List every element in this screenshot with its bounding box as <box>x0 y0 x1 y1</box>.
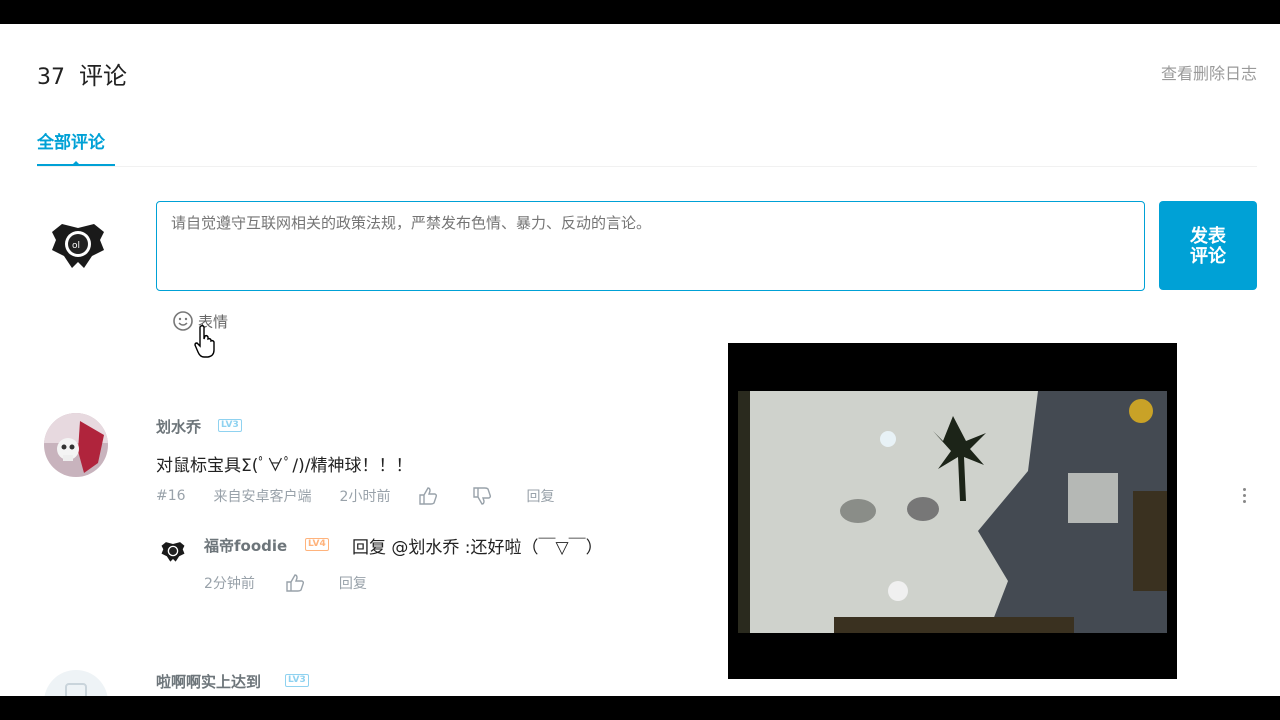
comment-time: 2小时前 <box>339 489 391 505</box>
avatar[interactable] <box>44 670 108 696</box>
user-level-badge: LV3 <box>285 674 309 687</box>
user-level-badge: LV3 <box>218 419 242 432</box>
submit-comment-button[interactable]: 发表评论 <box>1159 201 1257 290</box>
avatar[interactable] <box>158 536 188 566</box>
reply-username[interactable]: 福帝foodie <box>204 535 287 556</box>
comment-section: 37评论 查看删除日志 全部评论 ol 发表评论 表情 <box>0 24 1280 696</box>
thumb-up-icon[interactable] <box>418 487 438 505</box>
tab-divider <box>37 166 1257 167</box>
comment-username[interactable]: 划水乔 <box>156 416 201 437</box>
view-delete-log-link[interactable]: 查看删除日志 <box>1161 60 1257 84</box>
submit-comment-label: 发表评论 <box>1190 225 1226 266</box>
comment-source: 来自安卓客户端 <box>213 489 312 505</box>
top-letterbox <box>0 0 1280 24</box>
svg-text:ol: ol <box>72 241 80 251</box>
comment-text: 对鼠标宝具Σ(ﾟ∀ﾟ/)/精神球！！！ <box>156 456 413 476</box>
my-avatar[interactable]: ol <box>44 210 112 278</box>
comment-meta: #16 来自安卓客户端 2小时前 回复 <box>156 486 554 506</box>
avatar[interactable] <box>44 413 108 477</box>
user-level-badge: LV4 <box>305 538 329 551</box>
reply-time: 2分钟前 <box>204 576 255 592</box>
reply-button[interactable]: 回复 <box>526 486 554 506</box>
reply-text: 回复 @划水乔 :还好啦（￣▽￣） <box>352 538 603 558</box>
video-player[interactable] <box>728 343 1177 679</box>
comment-input[interactable] <box>156 201 1145 291</box>
video-frame <box>738 391 1167 633</box>
tab-all-comments[interactable]: 全部评论 <box>37 128 105 153</box>
comment-count: 37 <box>37 65 65 90</box>
reply-button[interactable]: 回复 <box>339 573 367 593</box>
hand-cursor-icon <box>194 324 215 358</box>
thumb-up-icon[interactable] <box>285 574 305 592</box>
active-tab-caret <box>72 161 80 165</box>
thumb-down-icon[interactable] <box>472 487 492 505</box>
smile-icon <box>173 311 193 331</box>
comment-floor: #16 <box>156 488 186 504</box>
comment-label: 评论 <box>79 62 127 90</box>
comment-count-header: 37 评论 <box>37 56 127 91</box>
bottom-letterbox <box>0 696 1280 720</box>
reply-meta: 2分钟前 回复 <box>204 573 367 593</box>
more-vertical-icon[interactable] <box>1243 488 1247 506</box>
comment-username[interactable]: 啦啊啊实上达到 <box>156 671 261 692</box>
